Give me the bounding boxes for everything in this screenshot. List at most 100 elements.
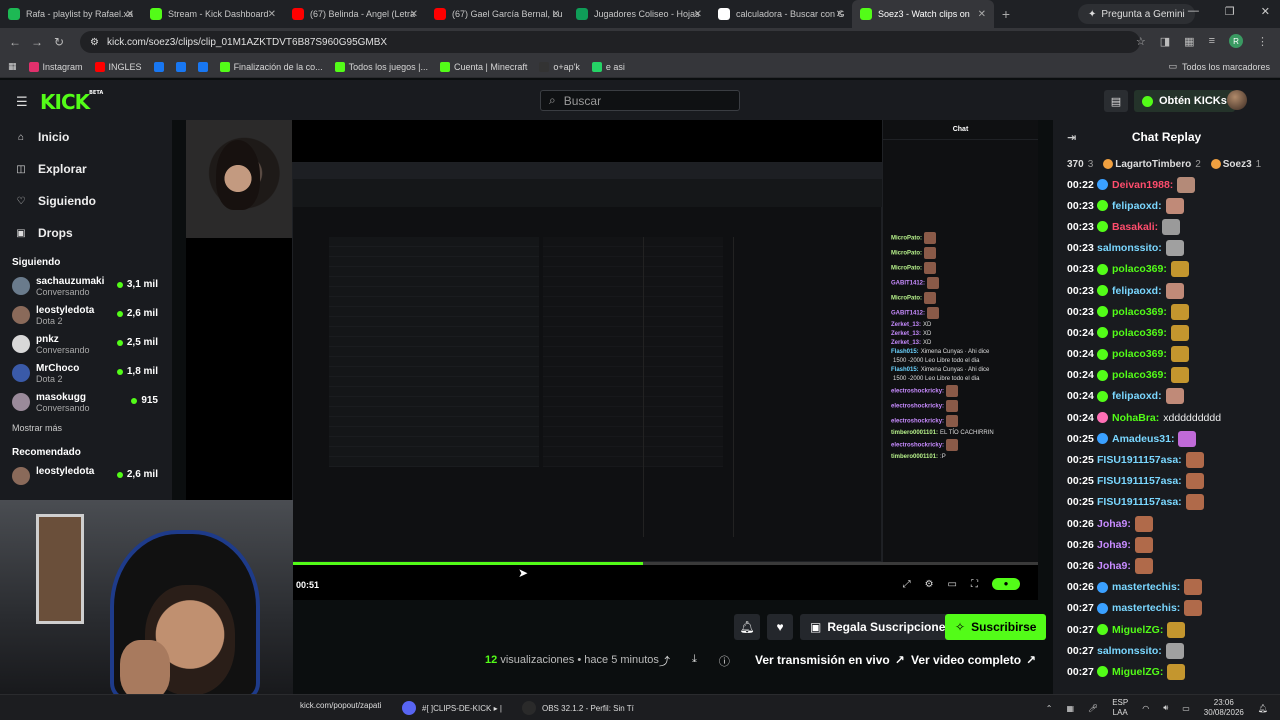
message-username[interactable]: polaco369:	[1112, 327, 1167, 339]
bookmark-star-icon[interactable]: ☆	[1136, 35, 1146, 48]
channel-item[interactable]: leostyledota 2,6 mil	[0, 462, 172, 491]
channel-item[interactable]: sachauzumaki Conversando 3,1 mil	[0, 272, 172, 301]
layout-icon[interactable]: ▤	[1104, 90, 1128, 112]
tray-chevron-icon[interactable]: ⌃	[1046, 704, 1053, 713]
message-username[interactable]: polaco369:	[1112, 369, 1167, 381]
message-username[interactable]: polaco369:	[1112, 306, 1167, 318]
follow-heart-button[interactable]: ♥	[767, 614, 793, 640]
message-username[interactable]: Joha9:	[1097, 539, 1131, 551]
profile-avatar[interactable]: R	[1229, 34, 1243, 48]
notifications-icon[interactable]: 🔔︎	[1258, 704, 1268, 713]
browser-tab[interactable]: (67) Belinda - Angel (Letra ✕	[284, 0, 426, 28]
sidebar-item-siguiendo[interactable]: ♡ Siguiendo	[0, 185, 172, 217]
message-username[interactable]: FISU1911157asa:	[1097, 496, 1182, 508]
message-username[interactable]: mastertechis:	[1112, 602, 1180, 614]
info-icon[interactable]: ⓘ	[719, 653, 730, 669]
extension-icon[interactable]: ◨	[1160, 35, 1170, 48]
subscribe-button[interactable]: ✧ Suscribirse	[945, 614, 1047, 640]
browser-tab[interactable]: Soez3 - Watch clips on ✕	[852, 0, 994, 28]
reading-list-icon[interactable]: ≡	[1209, 35, 1215, 47]
keyboard-language[interactable]: ESP LAA	[1112, 698, 1128, 718]
fullscreen-icon[interactable]: ⛶	[971, 579, 978, 590]
message-username[interactable]: Basakali:	[1112, 221, 1158, 233]
user-avatar[interactable]	[1227, 90, 1247, 110]
battery-icon[interactable]: ▭	[1182, 704, 1190, 713]
search-input[interactable]: ⌕ Buscar	[540, 90, 740, 111]
tab-close-icon[interactable]: ✕	[836, 9, 844, 20]
browser-tab[interactable]: Rafa - playlist by Rafael.xa ✕	[0, 0, 142, 28]
live-toggle-icon[interactable]: ●	[992, 578, 1020, 590]
browser-tab[interactable]: Stream - Kick Dashboard ✕	[142, 0, 284, 28]
tab-close-icon[interactable]: ✕	[694, 9, 702, 20]
bookmark-item[interactable]: Finalización de la co...	[219, 61, 323, 72]
sidebar-item-inicio[interactable]: ⌂ Inicio	[0, 121, 172, 153]
minimize-icon[interactable]: —	[1188, 5, 1199, 18]
taskbar-app[interactable]: kick.com/popout/zapati	[300, 701, 381, 710]
tray-app-icon[interactable]: ▦	[1066, 704, 1074, 713]
bookmark-item[interactable]: o+ap'k	[539, 61, 580, 72]
bookmark-item[interactable]	[153, 61, 164, 72]
message-username[interactable]: MiguelZG:	[1112, 624, 1163, 636]
bookmark-item[interactable]: e asi	[591, 61, 625, 72]
tab-close-icon[interactable]: ✕	[268, 9, 276, 20]
theater-mode-icon[interactable]: ▭	[948, 579, 957, 590]
leaderboard-entry[interactable]: LagartoTimbero 2	[1103, 159, 1201, 170]
message-username[interactable]: polaco369:	[1112, 348, 1167, 360]
extensions-puzzle-icon[interactable]: ▦	[1184, 35, 1194, 48]
message-username[interactable]: Joha9:	[1097, 518, 1131, 530]
video-progress-bar[interactable]	[292, 562, 1038, 565]
settings-icon[interactable]: ⚙	[925, 579, 934, 590]
message-username[interactable]: Joha9:	[1097, 560, 1131, 572]
channel-item[interactable]: pnkz Conversando 2,5 mil	[0, 330, 172, 359]
message-username[interactable]: felipaoxd:	[1112, 285, 1162, 297]
message-username[interactable]: FISU1911157asa:	[1097, 454, 1182, 466]
browser-tab[interactable]: (67) Gael García Bernal, Lu ✕	[426, 0, 568, 28]
sidebar-item-drops[interactable]: ▣ Drops	[0, 217, 172, 249]
message-username[interactable]: Amadeus31:	[1112, 433, 1174, 445]
channel-item[interactable]: MrChoco Dota 2 1,8 mil	[0, 359, 172, 388]
taskbar-app[interactable]: #[ ]CLIPS-DE-KICK ▸ |	[402, 701, 502, 715]
browser-tab[interactable]: calculadora - Buscar con G ✕	[710, 0, 852, 28]
forward-icon[interactable]: →	[26, 35, 48, 49]
watch-full-video-button[interactable]: Ver video completo ↗	[905, 648, 1042, 672]
tab-close-icon[interactable]: ✕	[410, 9, 418, 20]
browser-tab[interactable]: Jugadores Coliseo - Hojas ✕	[568, 0, 710, 28]
download-icon[interactable]: ⤓	[692, 653, 697, 669]
system-clock[interactable]: 23:06 30/08/2026	[1204, 698, 1244, 718]
notification-bell-button[interactable]: 🔔︎	[734, 614, 760, 640]
gift-subs-button[interactable]: ▣ Regala Suscripciones	[800, 614, 963, 640]
tab-close-icon[interactable]: ✕	[552, 9, 560, 20]
watch-live-button[interactable]: Ver transmisión en vivo ↗	[749, 648, 911, 672]
bookmark-item[interactable]: Cuenta | Minecraft	[440, 61, 527, 72]
taskbar-app[interactable]: OBS 32.1.2 - Perfil: Sin Tí	[522, 701, 634, 715]
tab-close-icon[interactable]: ✕	[978, 9, 986, 20]
message-username[interactable]: Deivan1988:	[1112, 179, 1173, 191]
maximize-icon[interactable]: ❐	[1225, 5, 1235, 18]
message-username[interactable]: MiguelZG:	[1112, 666, 1163, 678]
menu-dots-icon[interactable]: ⋮	[1257, 35, 1268, 48]
sidebar-item-explorar[interactable]: ◫ Explorar	[0, 153, 172, 185]
channel-item[interactable]: masokugg Conversando 915	[0, 388, 172, 417]
clip-icon[interactable]: ⤢	[903, 579, 911, 590]
video-player[interactable]: Chat MicroPato: MicroPato: MicroPato: GABIT…	[186, 120, 1038, 600]
show-more-link[interactable]: Mostrar más	[0, 417, 172, 439]
message-username[interactable]: felipaoxd:	[1112, 390, 1162, 402]
url-field[interactable]: ⚙ kick.com/soez3/clips/clip_01M1AZKTDVT6…	[80, 31, 1140, 53]
gemini-button[interactable]: ✦ Pregunta a Gemini	[1078, 4, 1195, 24]
bookmark-item[interactable]: INGLES	[94, 61, 142, 72]
site-info-icon[interactable]: ⚙	[90, 37, 99, 48]
back-icon[interactable]: ←	[4, 35, 26, 49]
close-window-icon[interactable]: ✕	[1261, 5, 1270, 18]
leaderboard-entry[interactable]: Soez3 1	[1210, 159, 1261, 170]
get-kicks-button[interactable]: Obtén KICKs	[1134, 90, 1235, 112]
message-username[interactable]: FISU1911157asa:	[1097, 475, 1182, 487]
message-username[interactable]: salmonssito:	[1097, 645, 1162, 657]
tray-mic-icon[interactable]: 🎤︎	[1088, 704, 1098, 713]
collapse-chat-icon[interactable]: ⇥	[1067, 131, 1076, 144]
leaderboard-entry[interactable]: 370 3	[1067, 159, 1093, 170]
all-bookmarks-button[interactable]: ▭ Todos los marcadores	[1168, 61, 1270, 72]
bookmark-item[interactable]: Instagram	[28, 61, 83, 72]
channel-item[interactable]: leostyledota Dota 2 2,6 mil	[0, 301, 172, 330]
new-tab-button[interactable]: +	[994, 6, 1018, 22]
volume-icon[interactable]: 🔊︎	[1163, 703, 1168, 713]
